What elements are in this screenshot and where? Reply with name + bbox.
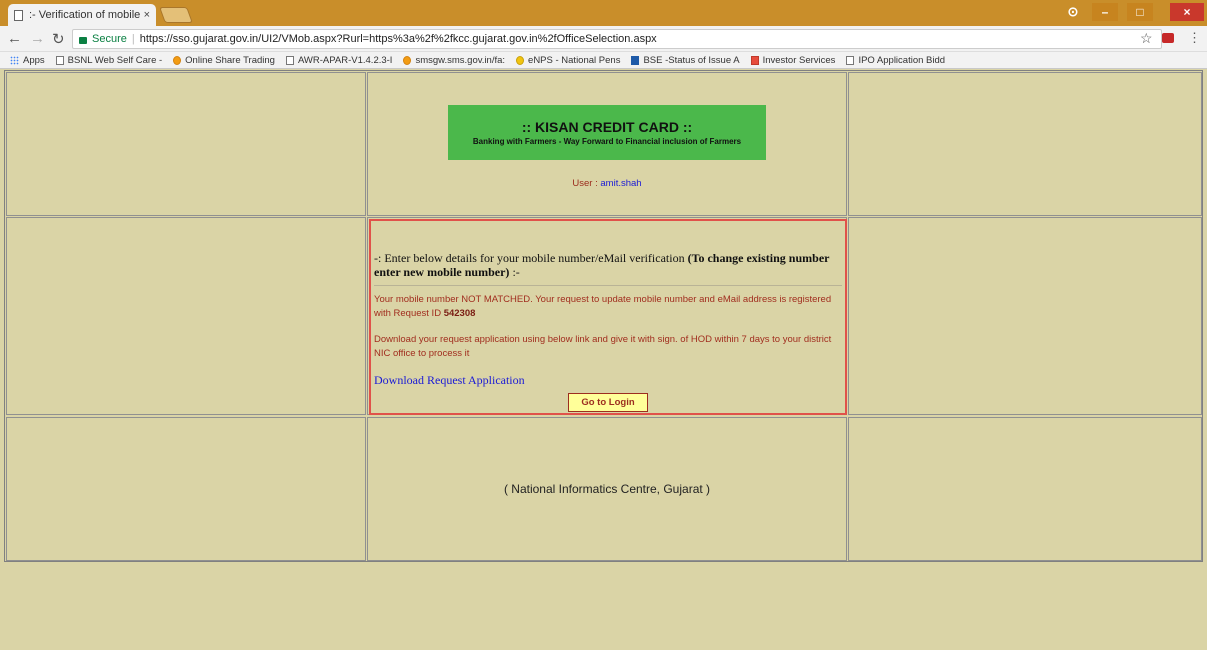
- verification-panel: -: Enter below details for your mobile n…: [369, 219, 847, 415]
- secure-label: Secure: [92, 33, 127, 45]
- empty-cell: [848, 72, 1202, 216]
- profile-icon[interactable]: ⊙: [1063, 3, 1083, 21]
- page-subtitle: Banking with Farmers - Way Forward to Fi…: [472, 137, 742, 146]
- forward-arrow-icon[interactable]: →: [30, 30, 45, 47]
- page-title: :: KISAN CREDIT CARD ::: [521, 119, 693, 135]
- empty-cell: [848, 217, 1202, 415]
- bookmark-label: eNPS - National Pens: [528, 54, 621, 66]
- bookmark-investor-services[interactable]: Investor Services: [750, 54, 836, 66]
- page-content: :: KISAN CREDIT CARD :: Banking with Far…: [4, 70, 1207, 650]
- empty-cell: [848, 417, 1202, 561]
- apps-icon: [10, 55, 19, 65]
- bookmark-label: smsgw.sms.gov.in/fa:: [415, 54, 506, 66]
- back-arrow-icon[interactable]: ←: [7, 30, 22, 47]
- download-request-link[interactable]: Download Request Application: [374, 373, 525, 388]
- bookmark-apps[interactable]: Apps: [10, 55, 45, 66]
- bookmarks-bar: Apps BSNL Web Self Care - Online Share T…: [0, 52, 1207, 69]
- instruction-suffix: :-: [509, 265, 520, 279]
- bookmark-label: IPO Application Bidd: [858, 54, 946, 66]
- bookmark-enps[interactable]: eNPS - National Pens: [516, 55, 620, 66]
- bookmark-bse[interactable]: BSE -Status of Issue A: [631, 54, 740, 66]
- user-name: amit.shah: [600, 178, 642, 189]
- empty-cell: [6, 72, 366, 216]
- page-icon: [14, 9, 23, 21]
- browser-titlebar: :- Verification of mobile n × ⊙ – □ ×: [0, 0, 1207, 26]
- url-text[interactable]: https://sso.gujarat.gov.in/UI2/VMob.aspx…: [140, 33, 657, 45]
- bookmark-bsnl[interactable]: BSNL Web Self Care -: [55, 54, 163, 66]
- bookmark-label: Investor Services: [762, 54, 836, 66]
- bookmark-label: Apps: [23, 54, 45, 66]
- minimize-button[interactable]: –: [1092, 3, 1118, 21]
- restore-button[interactable]: □: [1127, 3, 1153, 21]
- go-to-login-button[interactable]: Go to Login: [568, 393, 648, 412]
- instruction-text: -: Enter below details for your mobile n…: [374, 251, 842, 279]
- bookmark-label: BSNL Web Self Care -: [67, 54, 163, 66]
- bookmark-awr-apar[interactable]: AWR-APAR-V1.4.2.3-I: [285, 54, 393, 66]
- user-info: User : amit.shah: [368, 178, 846, 189]
- bookmark-share-trading[interactable]: Online Share Trading: [173, 55, 275, 66]
- bookmark-label: Online Share Trading: [185, 54, 275, 66]
- bookmark-star-icon[interactable]: ☆: [1140, 30, 1153, 47]
- address-bar[interactable]: Secure | https://sso.gujarat.gov.in/UI2/…: [72, 29, 1162, 49]
- status-message: Your mobile number NOT MATCHED. Your req…: [374, 293, 844, 321]
- investor-icon: [750, 55, 759, 65]
- footer-cell: ( National Informatics Centre, Gujarat ): [367, 417, 847, 561]
- bookmark-label: BSE -Status of Issue A: [643, 54, 740, 66]
- share-icon: [173, 55, 182, 65]
- empty-cell: [6, 417, 366, 561]
- reload-icon[interactable]: ↻: [52, 30, 65, 48]
- user-label: User :: [572, 178, 601, 189]
- browser-menu-icon[interactable]: ⋮: [1188, 30, 1201, 46]
- divider: [374, 285, 842, 286]
- bse-icon: [631, 55, 640, 65]
- verification-cell: -: Enter below details for your mobile n…: [367, 217, 847, 415]
- download-instruction: Download your request application using …: [374, 334, 832, 359]
- bookmark-smsgw[interactable]: smsgw.sms.gov.in/fa:: [403, 55, 505, 66]
- bookmark-ipo-application[interactable]: IPO Application Bidd: [846, 55, 945, 66]
- layout-table: :: KISAN CREDIT CARD :: Banking with Far…: [4, 70, 1203, 562]
- header-cell: :: KISAN CREDIT CARD :: Banking with Far…: [367, 72, 847, 216]
- page-icon: [285, 55, 294, 65]
- empty-cell: [6, 217, 366, 415]
- instruction-prefix: -: Enter below details for your mobile n…: [374, 251, 688, 265]
- browser-tab[interactable]: :- Verification of mobile n ×: [8, 4, 156, 26]
- tab-close-icon[interactable]: ×: [144, 9, 150, 21]
- url-separator: |: [131, 33, 135, 45]
- tab-title: :- Verification of mobile n: [29, 9, 140, 21]
- page-icon: [846, 55, 855, 65]
- close-window-button[interactable]: ×: [1170, 3, 1204, 21]
- extension-icon[interactable]: [1162, 33, 1174, 43]
- sms-icon: [403, 55, 412, 65]
- kcc-banner: :: KISAN CREDIT CARD :: Banking with Far…: [448, 105, 766, 160]
- request-id: 542308: [443, 308, 476, 319]
- enps-icon: [516, 55, 525, 65]
- page-icon: [55, 55, 64, 65]
- bookmark-label: AWR-APAR-V1.4.2.3-I: [297, 54, 393, 66]
- lock-icon: [79, 36, 87, 44]
- status-message-text: Your mobile number NOT MATCHED. Your req…: [374, 294, 832, 319]
- footer-credit: ( National Informatics Centre, Gujarat ): [503, 482, 711, 496]
- new-tab-button[interactable]: [159, 7, 193, 23]
- browser-toolbar: ← → ↻ Secure | https://sso.gujarat.gov.i…: [0, 26, 1207, 52]
